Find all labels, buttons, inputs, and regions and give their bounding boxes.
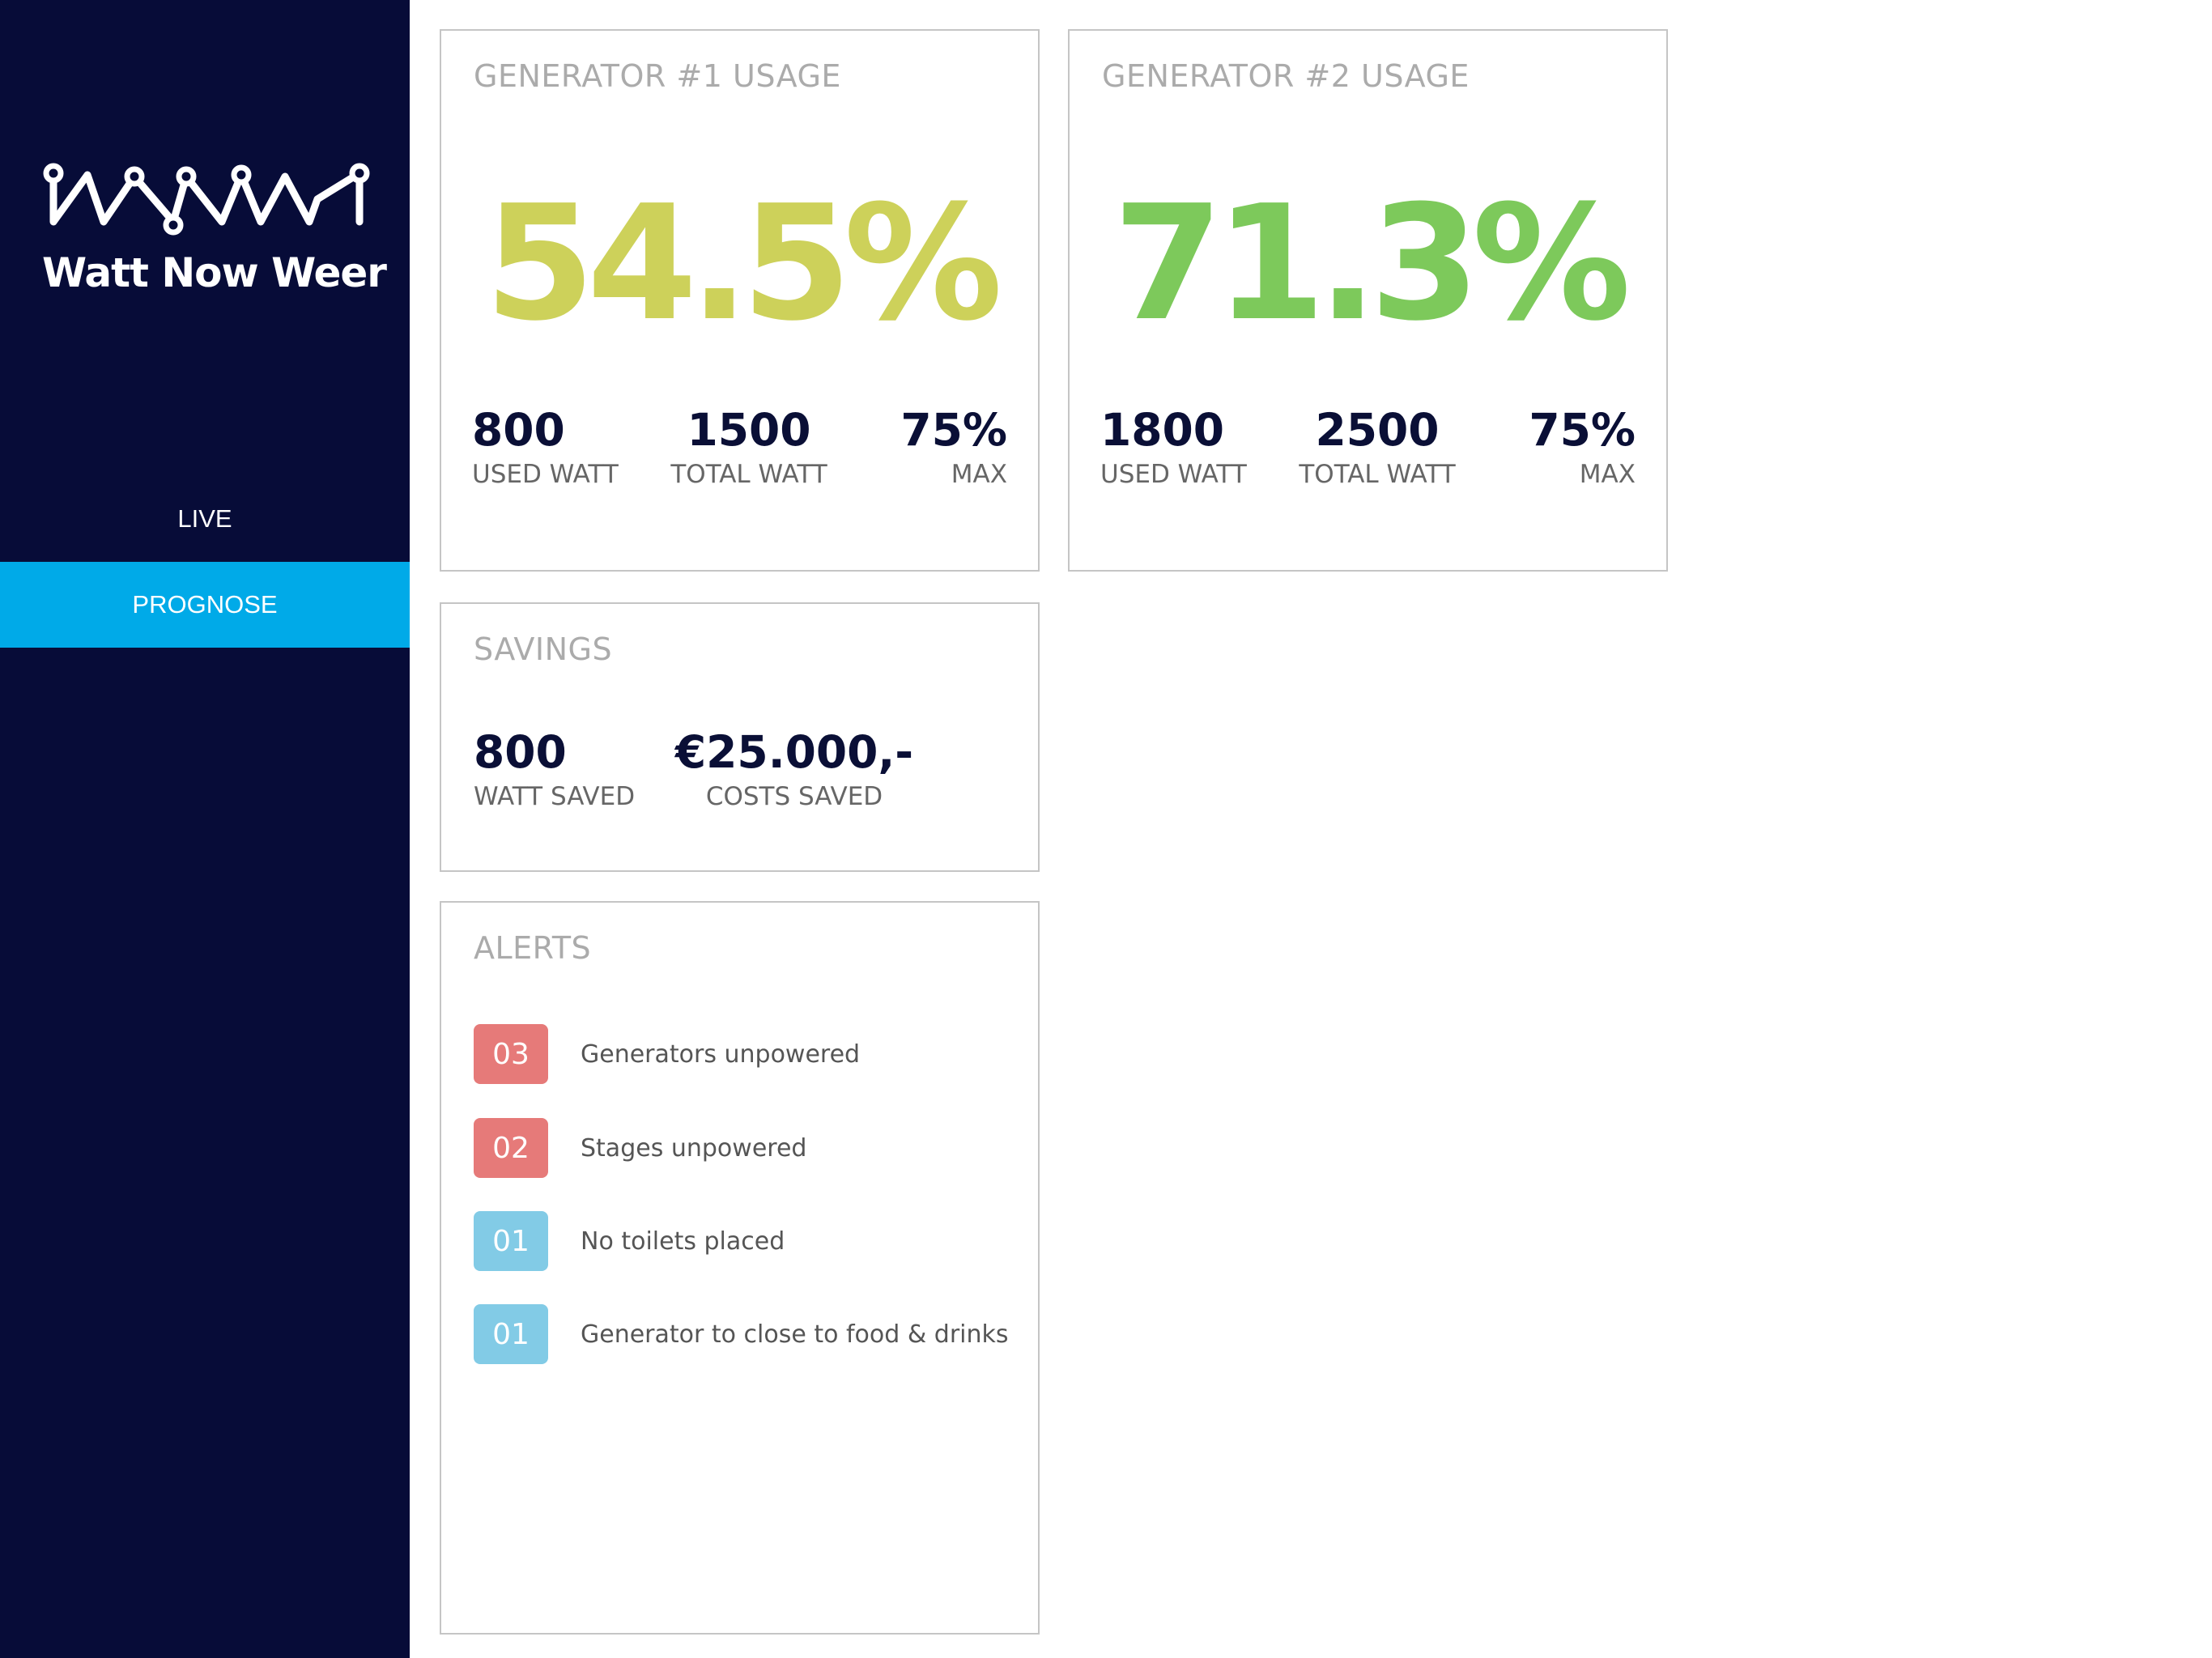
alert-text: No toilets placed xyxy=(581,1226,785,1256)
total-watt-label: TOTAL WATT xyxy=(670,460,827,489)
alerts-card: ALERTS 03 Generators unpowered 02 Stages… xyxy=(440,901,1040,1635)
watt-saved-label: WATT SAVED xyxy=(474,782,636,811)
card-title: GENERATOR #2 USAGE xyxy=(1102,58,1470,94)
costs-saved-value: €25.000,- xyxy=(674,726,914,778)
costs-saved-stat: €25.000,- COSTS SAVED xyxy=(675,725,913,811)
card-title: ALERTS xyxy=(474,930,592,966)
used-watt-label: USED WATT xyxy=(1100,460,1247,489)
brand-logo: Watt Now Weer xyxy=(42,159,387,296)
total-watt-value: 2500 xyxy=(1315,404,1440,456)
used-watt-value: 1800 xyxy=(1100,404,1225,456)
watt-saved-value: 800 xyxy=(474,726,567,778)
generator-1-card: GENERATOR #1 USAGE 54.5% 800 USED WATT 1… xyxy=(440,29,1040,572)
alert-count-badge: 01 xyxy=(474,1211,548,1271)
costs-saved-label: COSTS SAVED xyxy=(705,782,883,811)
total-watt-stat: 1500 TOTAL WATT xyxy=(670,403,827,489)
alert-item[interactable]: 01 Generator to close to food & drinks xyxy=(474,1304,1009,1364)
used-watt-label: USED WATT xyxy=(472,460,619,489)
watt-saved-stat: 800 WATT SAVED xyxy=(474,725,635,811)
alert-item[interactable]: 03 Generators unpowered xyxy=(474,1024,860,1084)
used-watt-stat: 1800 USED WATT xyxy=(1100,403,1247,489)
savings-card: SAVINGS 800 WATT SAVED €25.000,- COSTS S… xyxy=(440,602,1040,872)
usage-percentage: 54.5% xyxy=(484,172,1003,356)
sidebar: Watt Now Weer LIVE PROGNOSE xyxy=(0,0,410,1658)
alert-count-badge: 03 xyxy=(474,1024,548,1084)
nav-item-prognose[interactable]: PROGNOSE xyxy=(0,562,410,648)
nav-item-live[interactable]: LIVE xyxy=(0,476,410,562)
total-watt-stat: 2500 TOTAL WATT xyxy=(1299,403,1455,489)
total-watt-label: TOTAL WATT xyxy=(1299,460,1456,489)
max-value: 75% xyxy=(1529,404,1636,456)
brand-name: Watt Now Weer xyxy=(42,249,387,296)
usage-percentage: 71.3% xyxy=(1112,172,1631,356)
generator-2-card: GENERATOR #2 USAGE 71.3% 1800 USED WATT … xyxy=(1068,29,1668,572)
alert-item[interactable]: 01 No toilets placed xyxy=(474,1211,785,1271)
card-title: SAVINGS xyxy=(474,631,613,667)
max-label: MAX xyxy=(1579,460,1636,489)
total-watt-value: 1500 xyxy=(687,404,811,456)
alert-text: Generators unpowered xyxy=(581,1039,861,1069)
alert-count-badge: 02 xyxy=(474,1118,548,1178)
wave-logo-icon xyxy=(43,163,370,236)
card-title: GENERATOR #1 USAGE xyxy=(474,58,841,94)
max-stat: 75% MAX xyxy=(900,403,1007,489)
alert-item[interactable]: 02 Stages unpowered xyxy=(474,1118,806,1178)
max-label: MAX xyxy=(951,460,1007,489)
max-value: 75% xyxy=(900,404,1007,456)
max-stat: 75% MAX xyxy=(1529,403,1636,489)
used-watt-stat: 800 USED WATT xyxy=(472,403,619,489)
alert-count-badge: 01 xyxy=(474,1304,548,1364)
alert-text: Generator to close to food & drinks xyxy=(581,1320,1009,1349)
alert-text: Stages unpowered xyxy=(581,1133,807,1163)
used-watt-value: 800 xyxy=(472,404,565,456)
